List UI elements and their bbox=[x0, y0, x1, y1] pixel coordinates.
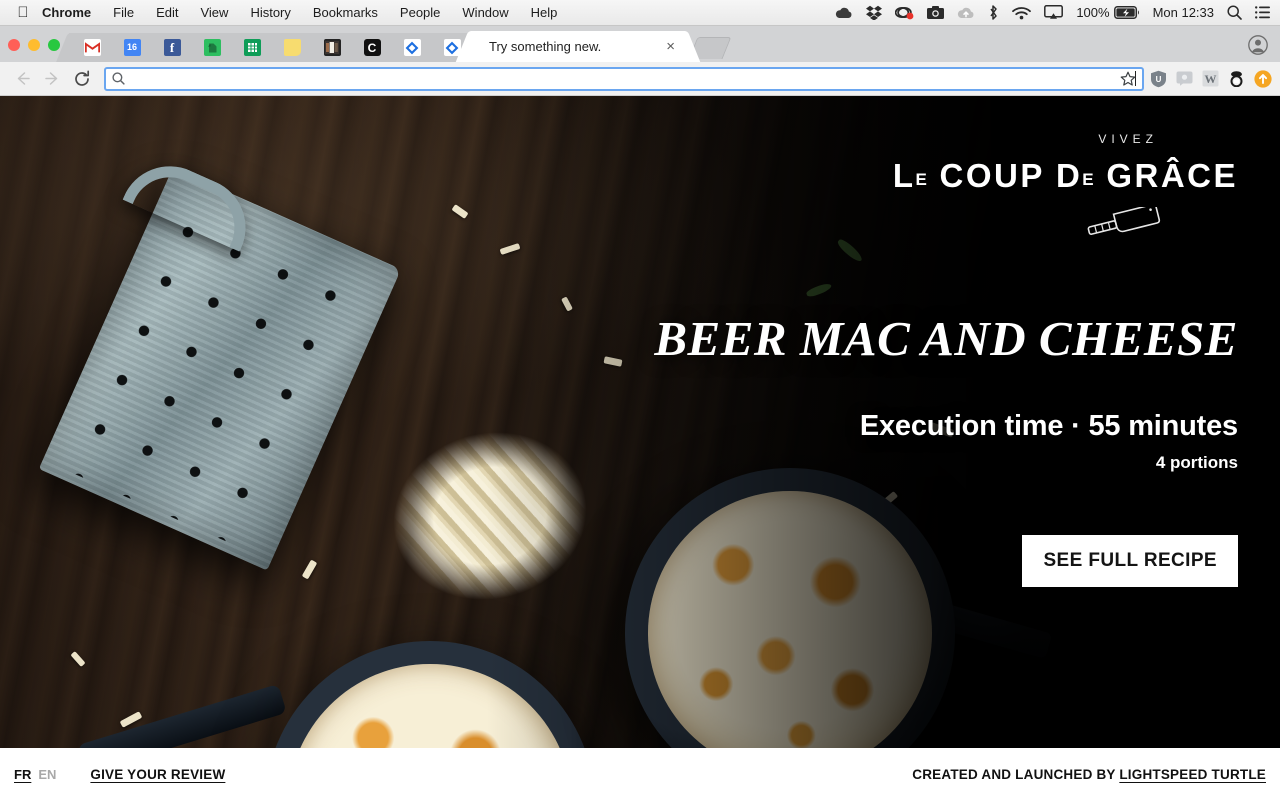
star-icon[interactable] bbox=[1114, 65, 1142, 93]
evernote-icon bbox=[203, 39, 221, 56]
svg-text:U: U bbox=[1156, 75, 1162, 84]
bluetooth-icon[interactable] bbox=[988, 4, 999, 22]
gmail-icon bbox=[83, 39, 101, 56]
search-icon[interactable] bbox=[1227, 4, 1242, 22]
apple-logo-icon[interactable]:  bbox=[10, 5, 36, 20]
lang-en[interactable]: EN bbox=[38, 767, 56, 782]
profile-avatar-icon[interactable] bbox=[1248, 35, 1268, 55]
wifi-icon[interactable] bbox=[1012, 4, 1032, 22]
dropbox-icon[interactable] bbox=[866, 4, 883, 22]
google-sheets-icon bbox=[243, 39, 261, 56]
menu-item-window[interactable]: Window bbox=[451, 0, 519, 26]
close-button[interactable] bbox=[8, 39, 20, 51]
menu-item-help[interactable]: Help bbox=[520, 0, 569, 26]
mac-menu-bar:  Chrome File Edit View History Bookmark… bbox=[0, 0, 1280, 26]
menu-item-edit[interactable]: Edit bbox=[145, 0, 189, 26]
active-tab-title: Try something new. bbox=[489, 39, 602, 54]
browser-extensions: U W bbox=[1144, 69, 1272, 88]
cloud-upload-icon[interactable] bbox=[957, 4, 975, 22]
menu-item-chrome[interactable]: Chrome bbox=[36, 0, 102, 26]
wikipedia-w-icon[interactable]: W bbox=[1202, 70, 1219, 87]
print-friendly-icon[interactable] bbox=[1228, 70, 1245, 87]
onedrive-cloud-icon[interactable] bbox=[835, 4, 853, 22]
sticky-note-icon bbox=[283, 39, 301, 56]
omnibox-search-icon bbox=[112, 72, 125, 85]
logo-word-grace: GRÂCE bbox=[1106, 157, 1238, 194]
footer-credit: CREATED AND LAUNCHED BY LIGHTSPEED TURTL… bbox=[912, 767, 1266, 782]
google-calendar-icon: 16 bbox=[123, 39, 141, 56]
site-logo[interactable]: VIVEZ LE COUP DE GRÂCE bbox=[598, 96, 1238, 239]
ublock-origin-icon[interactable]: U bbox=[1150, 70, 1167, 88]
reload-icon[interactable] bbox=[68, 65, 96, 93]
menu-item-view[interactable]: View bbox=[189, 0, 239, 26]
execution-time: Execution time · 55 minutes bbox=[859, 410, 1238, 443]
recipe-title: BEER MAC AND CHEESE bbox=[654, 311, 1238, 366]
logo-word-coup: COUP bbox=[939, 157, 1045, 194]
menu-item-bookmarks[interactable]: Bookmarks bbox=[302, 0, 389, 26]
book-reader-icon bbox=[323, 39, 341, 56]
contacts-icon: C bbox=[363, 39, 381, 56]
hero-content: VIVEZ LE COUP DE GRÂCE BEER MAC AND CHEE… bbox=[598, 96, 1238, 800]
menu-item-people[interactable]: People bbox=[389, 0, 451, 26]
pinned-tabs: 16 f C Try something new. × bbox=[69, 31, 687, 62]
see-full-recipe-button[interactable]: SEE FULL RECIPE bbox=[1022, 535, 1238, 588]
back-arrow-icon[interactable] bbox=[8, 65, 36, 93]
web-page: VIVEZ LE COUP DE GRÂCE BEER MAC AND CHEE… bbox=[0, 96, 1280, 800]
menu-item-file[interactable]: File bbox=[102, 0, 145, 26]
cta-container: SEE FULL RECIPE bbox=[598, 535, 1238, 588]
lightspeed-turtle-link[interactable]: LIGHTSPEED TURTLE bbox=[1119, 767, 1266, 782]
logo-word-le: L bbox=[892, 157, 916, 194]
page-footer: FR EN GIVE YOUR REVIEW CREATED AND LAUNC… bbox=[0, 748, 1280, 800]
portions-count: 4 portions bbox=[1155, 453, 1238, 473]
maximize-button[interactable] bbox=[48, 39, 60, 51]
facebook-icon: f bbox=[163, 39, 181, 56]
screen-recorder-icon[interactable] bbox=[895, 4, 914, 22]
svg-text:W: W bbox=[1205, 72, 1217, 86]
footer-left-group: FR EN GIVE YOUR REVIEW bbox=[14, 767, 225, 782]
menu-bar-items:  Chrome File Edit View History Bookmark… bbox=[0, 0, 568, 26]
minimize-button[interactable] bbox=[28, 39, 40, 51]
address-bar[interactable] bbox=[104, 66, 1144, 91]
airplay-icon[interactable] bbox=[1044, 4, 1064, 22]
list-icon[interactable] bbox=[1255, 4, 1270, 22]
logo-word-de: D bbox=[1055, 157, 1083, 194]
logo-word-de-sub: E bbox=[1082, 170, 1095, 189]
logo-wordmark: LE COUP DE GRÂCE bbox=[598, 157, 1238, 195]
browser-tab-strip: 16 f C Try something new. × bbox=[0, 26, 1280, 62]
active-tab[interactable]: Try something new. × bbox=[469, 31, 687, 62]
battery-status[interactable]: 100% bbox=[1076, 5, 1139, 20]
upload-arrow-icon[interactable] bbox=[1254, 69, 1272, 88]
menu-bar-clock[interactable]: Mon 12:33 bbox=[1153, 5, 1214, 20]
close-tab-icon[interactable]: × bbox=[660, 39, 675, 54]
battery-percent-label: 100% bbox=[1076, 5, 1110, 20]
jira-diamond-icon bbox=[403, 39, 421, 56]
logo-tagline: VIVEZ bbox=[1098, 132, 1158, 146]
logo-word-le-sub: E bbox=[915, 170, 928, 189]
chat-bubble-icon[interactable] bbox=[1176, 71, 1193, 86]
give-your-review-link[interactable]: GIVE YOUR REVIEW bbox=[90, 767, 225, 782]
cleaver-icon bbox=[598, 207, 1238, 239]
language-switcher: FR EN bbox=[14, 767, 56, 782]
forward-arrow-icon[interactable] bbox=[38, 65, 66, 93]
menu-item-history[interactable]: History bbox=[239, 0, 301, 26]
battery-charging-icon bbox=[1113, 6, 1139, 19]
menu-bar-status-icons: 100% Mon 12:33 bbox=[835, 4, 1280, 22]
lang-fr[interactable]: FR bbox=[14, 767, 31, 782]
credit-prefix-label: CREATED AND LAUNCHED BY bbox=[912, 766, 1120, 782]
browser-toolbar: U W bbox=[0, 62, 1280, 96]
camera-icon[interactable] bbox=[927, 4, 945, 22]
